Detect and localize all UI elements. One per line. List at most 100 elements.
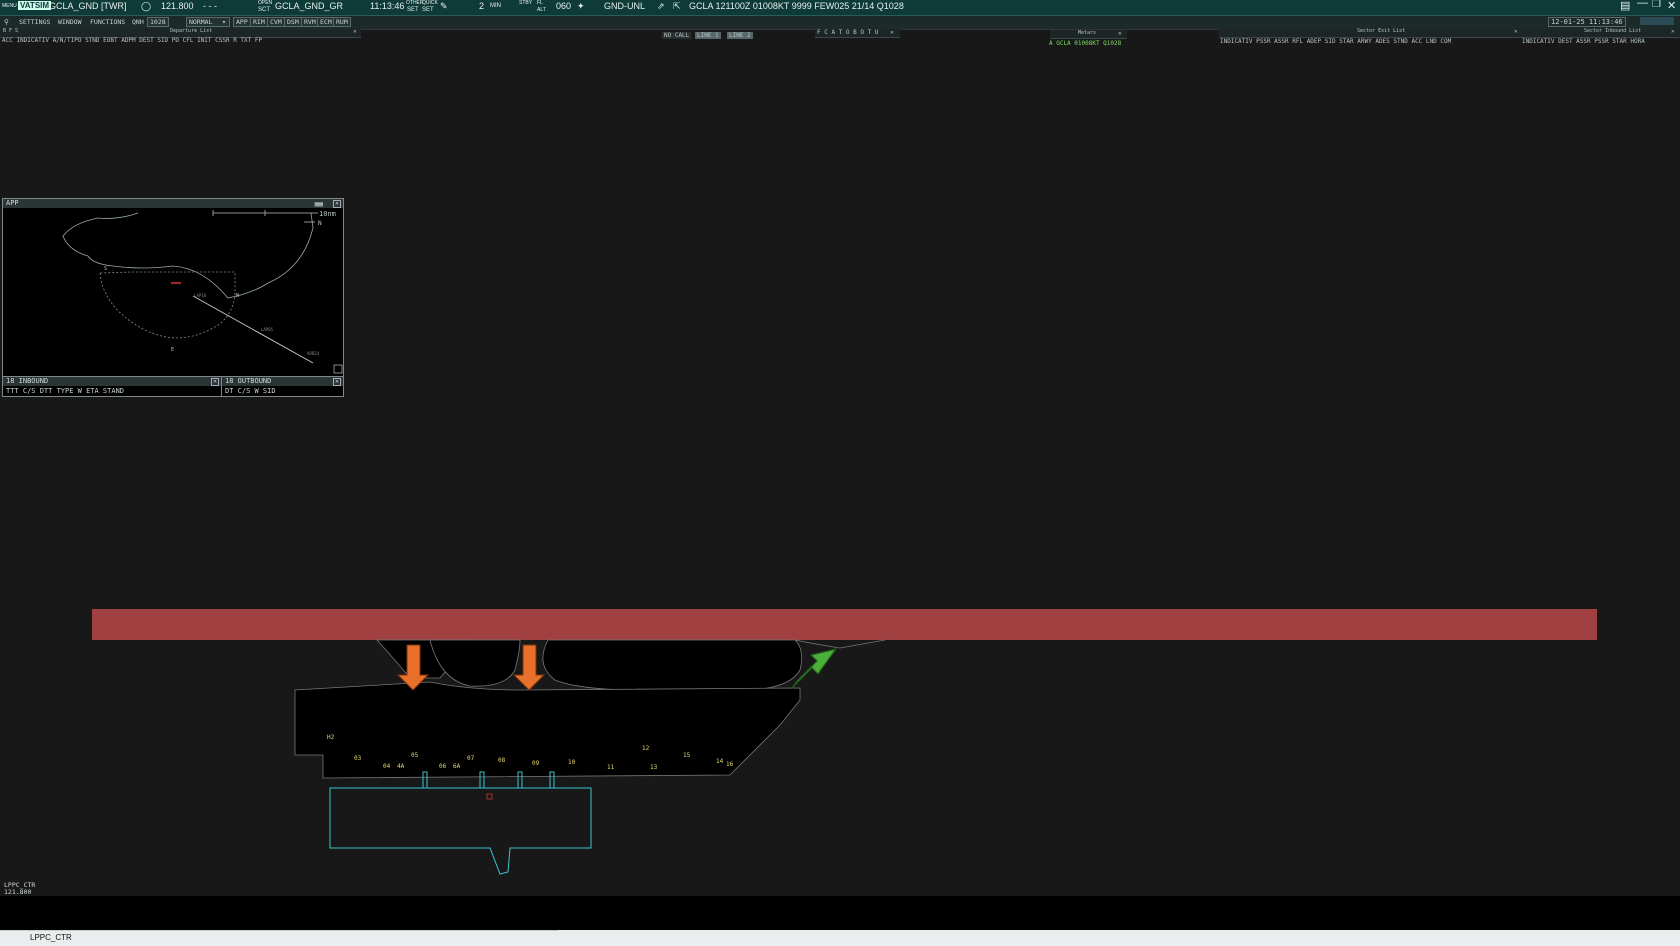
filter-rim[interactable]: RIM: [250, 17, 268, 27]
map-fix-3: VOR24: [307, 351, 320, 356]
stand-label[interactable]: 11: [607, 764, 614, 771]
arrival-arrow-icon[interactable]: [396, 644, 430, 691]
inbound-close-icon[interactable]: ✕: [211, 378, 219, 386]
taxiway-connector-middle[interactable]: [429, 639, 521, 687]
message-area: [0, 896, 1680, 930]
set-label-1: SET: [407, 7, 419, 13]
map-label-n: N: [236, 293, 240, 299]
tools-icon[interactable]: ✎: [440, 1, 448, 12]
line1-button[interactable]: LINE 1: [695, 32, 721, 39]
qnh-label: QNH: [132, 18, 144, 26]
pin-icon[interactable]: ⚲: [4, 18, 9, 26]
sector-inbound-close-icon[interactable]: ✕: [1671, 28, 1675, 35]
outbound-window[interactable]: 18 OUTBOUND ✕ DT C/S W SID: [221, 376, 344, 397]
departure-list-title[interactable]: Departure List: [170, 28, 212, 34]
controller-label: LPPC_CTR 121.800: [4, 882, 35, 896]
qnh-value[interactable]: 1028: [147, 17, 169, 27]
stand-label[interactable]: 08: [498, 757, 505, 764]
line2-button[interactable]: LINE 2: [727, 32, 753, 39]
outbound-close-icon[interactable]: ✕: [333, 378, 341, 386]
maximize-icon[interactable]: ❐: [1652, 0, 1661, 10]
stand-label[interactable]: 04: [383, 763, 390, 770]
departure-list-icons[interactable]: B F S: [3, 28, 18, 34]
arrow-tool-icon[interactable]: ⇗: [657, 1, 665, 12]
menu-functions[interactable]: FUNCTIONS: [90, 18, 125, 26]
stby-label[interactable]: STBY: [519, 0, 532, 6]
stand-label[interactable]: 12: [642, 745, 649, 752]
profile-name[interactable]: GCLA_GND [TWR]: [49, 1, 127, 11]
sector-inbound-title[interactable]: Sector Inbound List: [1584, 28, 1641, 34]
radio-icon[interactable]: ◯: [141, 1, 151, 12]
apron[interactable]: [294, 681, 801, 779]
inbound-title[interactable]: 18 INBOUND: [3, 377, 221, 386]
command-line-bar: [0, 930, 1680, 946]
filter-rum[interactable]: RUM: [333, 17, 351, 27]
stand-label[interactable]: 6A: [453, 763, 460, 770]
app-window-title[interactable]: APP: [3, 199, 343, 208]
sct-label: SCT: [258, 7, 270, 13]
outbound-columns: DT C/S W SID: [225, 387, 276, 395]
metar-entry: A GCLA 01008KT Q1028: [1049, 40, 1122, 47]
stand-label[interactable]: 05: [411, 752, 418, 759]
departure-arrow-icon[interactable]: [791, 648, 838, 689]
open-label: OPEN: [258, 0, 273, 6]
menu-window[interactable]: WINDOW: [58, 18, 81, 26]
taxiway-connector-west[interactable]: [376, 639, 473, 679]
taxiway-connector-east[interactable]: [542, 639, 803, 691]
app-window-close-icon[interactable]: ✕: [333, 200, 341, 208]
jet-bridges[interactable]: [422, 771, 555, 788]
frequency-display[interactable]: 121.800: [161, 1, 194, 11]
filter-dsm[interactable]: DSM: [284, 17, 302, 27]
wind-icon: ✦: [577, 1, 585, 11]
chevron-down-icon[interactable]: ▾: [222, 18, 226, 26]
minimize-icon[interactable]: —: [1637, 0, 1648, 9]
menu-button[interactable]: MENU: [2, 3, 17, 9]
stand-label[interactable]: H2: [327, 734, 334, 741]
terminal-building[interactable]: [329, 787, 592, 875]
window-restore-icon[interactable]: ▤: [1620, 0, 1630, 12]
inbound-columns: TTT C/S DTT TYPE W ETA STAND: [6, 387, 125, 395]
stand-label[interactable]: 13: [650, 764, 657, 771]
measure-icon[interactable]: ⇱: [673, 1, 681, 12]
heading-value[interactable]: 060: [556, 1, 571, 11]
stand-label[interactable]: 14: [716, 758, 723, 765]
filter-cvm[interactable]: CVM: [267, 17, 285, 27]
freq-dashes: - - -: [203, 1, 217, 11]
app-window-layout-icon[interactable]: ▦▦: [315, 200, 323, 208]
stand-label[interactable]: 06: [439, 763, 446, 770]
quick-set-button[interactable]: QUICK: [422, 0, 438, 6]
outbound-title[interactable]: 18 OUTBOUND: [222, 377, 343, 386]
arrival-arrow-icon[interactable]: [512, 644, 546, 691]
fl-label[interactable]: FL: [537, 0, 543, 6]
metars-title[interactable]: Metars: [1078, 30, 1096, 36]
menu-settings[interactable]: SETTINGS: [19, 18, 50, 26]
level-filter[interactable]: GND-UNL: [604, 1, 645, 11]
stand-label[interactable]: 10: [568, 759, 575, 766]
sector-exit-close-icon[interactable]: ✕: [1514, 28, 1518, 35]
stand-label[interactable]: 03: [354, 755, 361, 762]
runway[interactable]: [92, 609, 1597, 640]
controller-frequency: 121.800: [4, 888, 32, 896]
stand-label[interactable]: 09: [532, 760, 539, 767]
app-window[interactable]: APP ✕ ▦▦ 10nm N S N E LAP10 LAP05 VOR24: [2, 198, 344, 378]
inbound-window[interactable]: 18 INBOUND ✕ TTT C/S DTT TYPE W ETA STAN…: [2, 376, 222, 397]
filter-app[interactable]: APP: [233, 17, 251, 27]
other-set-button[interactable]: OTHER: [406, 0, 424, 6]
stand-label[interactable]: 07: [467, 755, 474, 762]
metars-close-icon[interactable]: ✕: [1118, 30, 1122, 37]
command-input[interactable]: [30, 932, 558, 943]
filter-panel-close-icon[interactable]: ✕: [890, 29, 894, 36]
min-value[interactable]: 2: [479, 1, 484, 11]
close-icon[interactable]: ✕: [1667, 0, 1676, 12]
sector-exit-title[interactable]: Sector Exit List: [1357, 28, 1405, 34]
stand-label[interactable]: 15: [683, 752, 690, 759]
taxiway-exit-east[interactable]: [794, 639, 886, 649]
departure-list-close-icon[interactable]: ✕: [353, 28, 357, 35]
airport-ground-map[interactable]: [0, 0, 1680, 946]
filter-panel-icons[interactable]: F C A T O B O T U: [817, 29, 878, 36]
no-call-button[interactable]: NO CALL: [662, 32, 692, 39]
position-name[interactable]: GCLA_GND_GR: [275, 1, 343, 11]
stand-label[interactable]: 16: [726, 761, 733, 768]
menu-bar: ⚲ SETTINGS WINDOW FUNCTIONS QNH 1028 NOR…: [0, 16, 1680, 30]
stand-label[interactable]: 4A: [397, 763, 404, 770]
